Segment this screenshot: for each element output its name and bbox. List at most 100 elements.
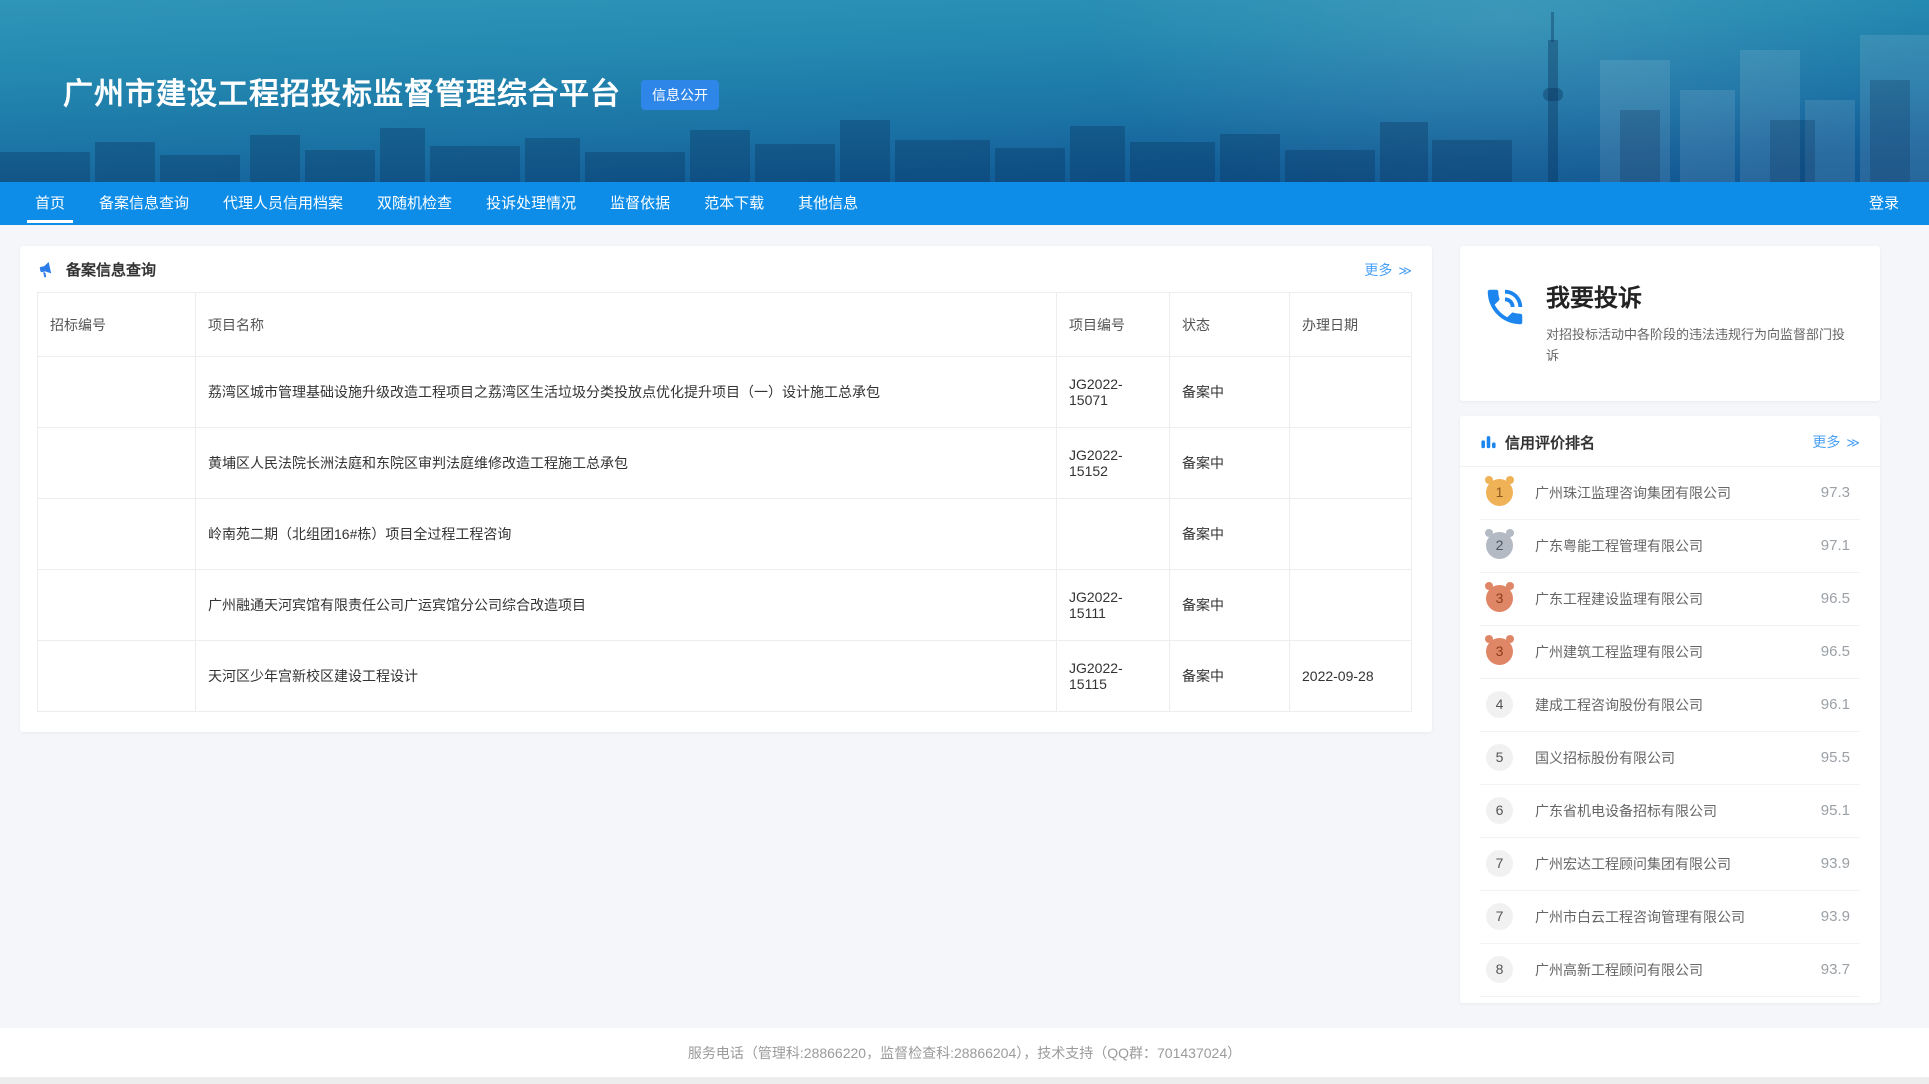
cell-project-name: 广州融通天河宾馆有限责任公司广运宾馆分公司综合改造项目 — [196, 570, 1057, 641]
footer-contact-text: 服务电话（管理科:28866220，监督检查科:28866204），技术支持（Q… — [688, 1045, 1241, 1061]
cell-bid-no — [38, 428, 196, 499]
nav-tab[interactable]: 其他信息 — [781, 182, 875, 225]
cell-date — [1290, 428, 1412, 499]
sidebar: 我要投诉 对招投标活动中各阶段的违法违规行为向监督部门投诉 信用评价排名 更多≫ — [1460, 246, 1880, 1003]
table-column-header: 招标编号 — [38, 293, 196, 357]
credit-score: 97.3 — [1821, 484, 1850, 501]
records-card-title: 备案信息查询 — [66, 259, 156, 280]
cell-status: 备案中 — [1170, 641, 1290, 712]
cell-bid-no — [38, 570, 196, 641]
nav-tab[interactable]: 首页 — [18, 182, 82, 225]
rank-badge: 8 — [1486, 956, 1513, 983]
records-card: 备案信息查询 更多≫ 招标编号 项目名称 项目编号 — [20, 246, 1432, 732]
page-footer: 服务电话（管理科:28866220，监督检查科:28866204），技术支持（Q… — [0, 1028, 1929, 1077]
cell-project-no: JG2022-15115 — [1057, 641, 1170, 712]
nav-tab[interactable]: 代理人员信用档案 — [206, 182, 360, 225]
credit-score: 96.1 — [1821, 696, 1850, 713]
rank-badge: 2 — [1486, 532, 1513, 559]
cell-bid-no — [38, 499, 196, 570]
nav-tab[interactable]: 监督依据 — [593, 182, 687, 225]
table-row[interactable]: 天河区少年宫新校区建设工程设计 JG2022-15115 备案中 2022-09… — [38, 641, 1412, 712]
cell-date — [1290, 570, 1412, 641]
rank-badge: 6 — [1486, 797, 1513, 824]
ranking-item[interactable]: 7 广州宏达工程顾问集团有限公司 93.9 — [1480, 838, 1860, 891]
double-chevron-icon: ≫ — [1846, 435, 1860, 450]
credit-score: 93.9 — [1821, 908, 1850, 925]
cell-project-no — [1057, 499, 1170, 570]
ranking-item[interactable]: 3 广东工程建设监理有限公司 96.5 — [1480, 573, 1860, 626]
cell-bid-no — [38, 357, 196, 428]
double-chevron-icon: ≫ — [1398, 263, 1412, 278]
table-row[interactable]: 黄埔区人民法院长洲法庭和东院区审判法庭维修改造工程施工总承包 JG2022-15… — [38, 428, 1412, 499]
ranking-item[interactable]: 4 建成工程咨询股份有限公司 96.1 — [1480, 679, 1860, 732]
cell-project-name: 岭南苑二期（北组团16#栋）项目全过程工程咨询 — [196, 499, 1057, 570]
ranking-item[interactable]: 3 广州建筑工程监理有限公司 96.5 — [1480, 626, 1860, 679]
credit-score: 95.5 — [1821, 749, 1850, 766]
company-name: 广东省机电设备招标有限公司 — [1535, 801, 1821, 821]
main-nav: 首页 备案信息查询 代理人员信用档案 双随机检查 投诉处理情况 监督依据 范本下… — [0, 182, 1929, 225]
ranking-item[interactable]: 2 广东粤能工程管理有限公司 97.1 — [1480, 520, 1860, 573]
table-row[interactable]: 广州融通天河宾馆有限责任公司广运宾馆分公司综合改造项目 JG2022-15111… — [38, 570, 1412, 641]
cell-project-name: 黄埔区人民法院长洲法庭和东院区审判法庭维修改造工程施工总承包 — [196, 428, 1057, 499]
cell-status: 备案中 — [1170, 357, 1290, 428]
table-row[interactable]: 岭南苑二期（北组团16#栋）项目全过程工程咨询 备案中 — [38, 499, 1412, 570]
megaphone-icon — [37, 260, 57, 280]
company-name: 广州高新工程顾问有限公司 — [1535, 960, 1821, 980]
credit-score: 93.7 — [1821, 961, 1850, 978]
table-column-header: 项目名称 — [196, 293, 1057, 357]
ranking-card-title: 信用评价排名 — [1505, 432, 1595, 453]
cell-bid-no — [38, 641, 196, 712]
table-column-header: 项目编号 — [1057, 293, 1170, 357]
rank-badge: 1 — [1486, 479, 1513, 506]
company-name: 广东工程建设监理有限公司 — [1535, 589, 1821, 609]
rank-badge: 7 — [1486, 850, 1513, 877]
cell-status: 备案中 — [1170, 570, 1290, 641]
bar-chart-icon — [1480, 434, 1497, 451]
company-name: 广东粤能工程管理有限公司 — [1535, 536, 1821, 556]
cell-project-name: 荔湾区城市管理基础设施升级改造工程项目之荔湾区生活垃圾分类投放点优化提升项目（一… — [196, 357, 1057, 428]
ranking-more-link[interactable]: 更多≫ — [1812, 432, 1860, 452]
ranking-item[interactable]: 1 广州珠江监理咨询集团有限公司 97.3 — [1480, 467, 1860, 520]
table-column-header: 状态 — [1170, 293, 1290, 357]
nav-tab[interactable]: 范本下载 — [687, 182, 781, 225]
info-disclosure-badge[interactable]: 信息公开 — [641, 80, 719, 110]
ranking-item[interactable]: 5 国义招标股份有限公司 95.5 — [1480, 732, 1860, 785]
credit-score: 93.9 — [1821, 855, 1850, 872]
cell-project-no: JG2022-15152 — [1057, 428, 1170, 499]
cell-project-no: JG2022-15071 — [1057, 357, 1170, 428]
rank-badge: 3 — [1486, 585, 1513, 612]
ranking-item[interactable]: 7 广州市白云工程咨询管理有限公司 93.9 — [1480, 891, 1860, 944]
hero-banner: 广州市建设工程招投标监督管理综合平台 信息公开 — [0, 0, 1929, 182]
records-more-link[interactable]: 更多≫ — [1364, 260, 1412, 280]
company-name: 广州市白云工程咨询管理有限公司 — [1535, 907, 1821, 927]
cell-project-no: JG2022-15111 — [1057, 570, 1170, 641]
ranking-item[interactable]: 6 广东省机电设备招标有限公司 95.1 — [1480, 785, 1860, 838]
ranking-item[interactable]: 8 广州高新工程顾问有限公司 93.7 — [1480, 944, 1860, 997]
nav-tab[interactable]: 双随机检查 — [360, 182, 469, 225]
login-link[interactable]: 登录 — [1839, 182, 1929, 225]
records-table: 招标编号 项目名称 项目编号 状态 办理日期 — [37, 292, 1412, 712]
rank-badge: 7 — [1486, 903, 1513, 930]
rank-badge: 4 — [1486, 691, 1513, 718]
rank-badge: 3 — [1486, 638, 1513, 665]
ranking-list: 1 广州珠江监理咨询集团有限公司 97.3 2 广东粤能工程管理有限公司 97.… — [1480, 467, 1860, 997]
company-name: 国义招标股份有限公司 — [1535, 748, 1821, 768]
cell-date — [1290, 357, 1412, 428]
cell-project-name: 天河区少年宫新校区建设工程设计 — [196, 641, 1057, 712]
complaint-card[interactable]: 我要投诉 对招投标活动中各阶段的违法违规行为向监督部门投诉 — [1460, 246, 1880, 401]
nav-tab[interactable]: 备案信息查询 — [82, 182, 206, 225]
table-column-header: 办理日期 — [1290, 293, 1412, 357]
cell-date — [1290, 499, 1412, 570]
company-name: 建成工程咨询股份有限公司 — [1535, 695, 1821, 715]
site-title: 广州市建设工程招投标监督管理综合平台 — [63, 69, 621, 113]
table-header-row: 招标编号 项目名称 项目编号 状态 办理日期 — [38, 293, 1412, 357]
complaint-description: 对招投标活动中各阶段的违法违规行为向监督部门投诉 — [1546, 324, 1852, 367]
ranking-card: 信用评价排名 更多≫ 1 广州珠江监理咨询集团有限公司 97.3 2 广东粤能工… — [1460, 416, 1880, 1003]
nav-tab[interactable]: 投诉处理情况 — [469, 182, 593, 225]
phone-icon — [1482, 284, 1528, 330]
main-content: 备案信息查询 更多≫ 招标编号 项目名称 项目编号 — [0, 225, 1929, 1028]
cell-date: 2022-09-28 — [1290, 641, 1412, 712]
table-row[interactable]: 荔湾区城市管理基础设施升级改造工程项目之荔湾区生活垃圾分类投放点优化提升项目（一… — [38, 357, 1412, 428]
credit-score: 96.5 — [1821, 590, 1850, 607]
footer-bottom-strip — [0, 1077, 1929, 1084]
